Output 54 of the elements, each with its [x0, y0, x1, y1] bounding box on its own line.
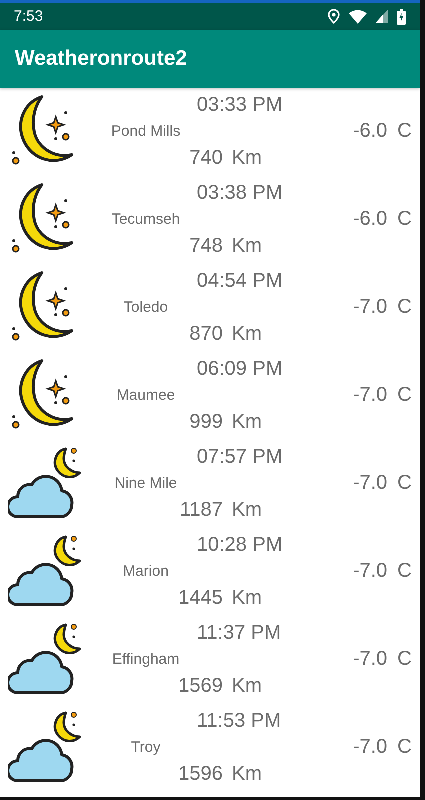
time-label: 11:37 PM	[196, 622, 282, 644]
signal-icon	[376, 10, 388, 23]
place-name: Maumee	[116, 386, 176, 404]
distance-unit: Km	[232, 674, 262, 698]
temperature-unit: C	[398, 736, 412, 758]
battery-icon	[397, 8, 406, 24]
distance-value: 1596	[178, 762, 223, 786]
time-label: 11:53 PM	[196, 710, 282, 732]
location-icon	[328, 9, 340, 24]
temperature-unit: C	[398, 472, 412, 494]
wifi-icon	[349, 10, 367, 24]
time-label: 03:38 PM	[196, 182, 284, 204]
temperature-unit: C	[398, 648, 412, 670]
place-name: Pond Mills	[111, 122, 181, 140]
distance-unit: Km	[232, 146, 262, 170]
temperature-value: -6.0	[353, 208, 388, 230]
distance-value: 870	[188, 322, 223, 346]
distance-value: 740	[188, 146, 223, 170]
time-label: 06:09 PM	[196, 358, 284, 380]
time-label: 07:57 PM	[196, 446, 284, 468]
time-label: 10:28 PM	[196, 534, 284, 556]
place-name: Marion	[123, 562, 169, 580]
temperature-unit: C	[398, 384, 412, 406]
temperature-value: -6.0	[353, 120, 388, 142]
temperature-value: -7.0	[353, 560, 388, 582]
temperature-value: -7.0	[353, 296, 388, 318]
temperature-value: -7.0	[353, 384, 388, 406]
time-label: 04:54 PM	[196, 270, 284, 292]
distance-unit: Km	[232, 498, 262, 522]
place-name: Troy	[131, 738, 161, 756]
temperature-unit: C	[398, 208, 412, 230]
place-name: Nine Mile	[114, 474, 178, 492]
distance-value: 1569	[178, 674, 223, 698]
place-name: Toledo	[124, 298, 168, 316]
temperature-unit: C	[398, 560, 412, 582]
temperature-value: -7.0	[353, 472, 388, 494]
distance-value: 1445	[178, 586, 223, 610]
status-time: 7:53	[14, 8, 44, 25]
temperature-unit: C	[398, 120, 412, 142]
temperature-value: -7.0	[353, 736, 388, 758]
distance-value: 999	[188, 410, 223, 434]
temperature-value: -7.0	[353, 648, 388, 670]
app-title: Weatheronroute2	[15, 47, 188, 71]
distance-unit: Km	[232, 234, 262, 258]
distance-unit: Km	[232, 410, 262, 434]
distance-value: 1187	[178, 498, 223, 522]
place-name: Tecumseh	[112, 210, 180, 228]
place-name: Effingham	[112, 650, 180, 668]
distance-value: 748	[188, 234, 223, 258]
time-label: 03:33 PM	[196, 94, 284, 116]
distance-unit: Km	[232, 322, 262, 346]
distance-unit: Km	[232, 762, 262, 786]
distance-unit: Km	[232, 586, 262, 610]
temperature-unit: C	[398, 296, 412, 318]
